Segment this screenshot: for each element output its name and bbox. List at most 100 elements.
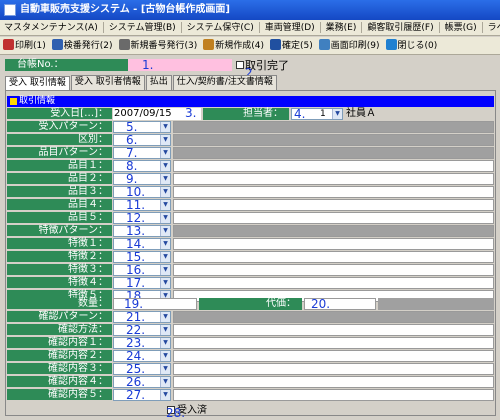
field-text[interactable] — [173, 363, 494, 375]
field-text[interactable] — [173, 173, 494, 185]
app-icon — [4, 4, 16, 16]
quantity-field[interactable]: 19. — [113, 297, 197, 311]
field-select[interactable]: 25. ▼ — [113, 362, 171, 376]
field-select[interactable]: 24. ▼ — [113, 349, 171, 363]
chevron-down-icon[interactable]: ▼ — [160, 122, 170, 132]
toolbar-button[interactable]: 印刷(1) — [0, 37, 49, 54]
field-text[interactable] — [173, 212, 494, 224]
field-label: 確認内容２： — [7, 350, 112, 362]
chevron-down-icon[interactable]: ▼ — [160, 135, 170, 145]
chevron-down-icon[interactable]: ▼ — [160, 148, 170, 158]
chevron-down-icon[interactable]: ▼ — [160, 338, 170, 348]
field-text[interactable] — [173, 277, 494, 289]
chevron-down-icon[interactable]: ▼ — [160, 325, 170, 335]
chevron-down-icon[interactable]: ▼ — [160, 278, 170, 288]
menu-item[interactable]: システム保守(C) — [183, 20, 258, 35]
chevron-down-icon[interactable]: ▼ — [160, 174, 170, 184]
price-field[interactable]: 20. — [304, 297, 376, 311]
field-number: 16. — [126, 263, 146, 277]
field-select[interactable]: 12. ▼ — [113, 211, 171, 225]
field-select[interactable]: 16. ▼ — [113, 263, 171, 277]
menu-item[interactable]: 帳票(G) — [441, 20, 481, 35]
form-row: 受入パターン： 5. ▼ — [7, 120, 494, 134]
field-select[interactable]: 11. ▼ — [113, 198, 171, 212]
transaction-complete-checkbox[interactable]: 取引完了 — [236, 60, 289, 71]
field-select[interactable]: 17. ▼ — [113, 276, 171, 290]
field-select[interactable]: 22. ▼ — [113, 323, 171, 337]
tab[interactable]: 仕入/契約書/注文書情報 — [172, 75, 277, 90]
field-text[interactable] — [173, 350, 494, 362]
field-text[interactable] — [173, 376, 494, 388]
receive-date-field[interactable]: 2007/09/15 3. — [113, 107, 201, 120]
chevron-down-icon[interactable]: ▼ — [160, 161, 170, 171]
chevron-down-icon[interactable]: ▼ — [160, 265, 170, 275]
chevron-down-icon[interactable]: ▼ — [160, 312, 170, 322]
form-row: 品目２： 9. ▼ — [7, 172, 494, 186]
field-text[interactable] — [173, 251, 494, 263]
tab[interactable]: 受入 取引情報 — [5, 76, 70, 91]
field-text[interactable] — [173, 160, 494, 172]
ledger-number-field[interactable]: 1. — [128, 59, 232, 71]
field-text[interactable] — [173, 238, 494, 250]
chevron-down-icon[interactable]: ▼ — [160, 252, 170, 262]
field-text — [173, 225, 494, 237]
field-select[interactable]: 13. ▼ — [113, 224, 171, 238]
field-number: 5. — [126, 120, 138, 134]
menu-item[interactable]: システム管理(B) — [105, 20, 180, 35]
menu-item[interactable]: 顧客取引履歴(F) — [363, 20, 437, 35]
chevron-down-icon[interactable]: ▼ — [160, 377, 170, 387]
field-select[interactable]: 10. ▼ — [113, 185, 171, 199]
field-text[interactable] — [173, 389, 494, 401]
field-text[interactable] — [173, 337, 494, 349]
field-text[interactable] — [173, 264, 494, 276]
print-icon — [3, 39, 14, 50]
chevron-down-icon[interactable]: ▼ — [160, 187, 170, 197]
field-number: 23. — [126, 336, 146, 350]
field-number: 24. — [126, 349, 146, 363]
field-select[interactable]: 15. ▼ — [113, 250, 171, 264]
field-text[interactable] — [173, 199, 494, 211]
field-select[interactable]: 23. ▼ — [113, 336, 171, 350]
menu-item[interactable]: 業務(E) — [322, 20, 361, 35]
field-select[interactable]: 14. ▼ — [113, 237, 171, 251]
field-select[interactable]: 8. ▼ — [113, 159, 171, 173]
field-select[interactable]: 27. ▼ — [113, 388, 171, 402]
close-icon — [385, 39, 397, 50]
chevron-down-icon[interactable]: ▼ — [160, 200, 170, 210]
field-select[interactable]: 26. ▼ — [113, 375, 171, 389]
menu-separator — [258, 21, 260, 33]
menu-separator — [438, 21, 440, 33]
toolbar-button[interactable]: 画面印刷(9) — [316, 37, 383, 54]
field-select[interactable]: 7. ▼ — [113, 146, 171, 160]
field-select[interactable]: 9. ▼ — [113, 172, 171, 186]
chevron-down-icon[interactable]: ▼ — [160, 239, 170, 249]
field-label: 確認内容１： — [7, 337, 112, 349]
receive-date-row: 受入日[…]： 2007/09/15 3. 担当者： 4. 1 ▼ 社員Ａ — [7, 107, 494, 121]
tab[interactable]: 払出 — [145, 75, 172, 90]
toolbar-button[interactable]: 新規番号発行(3) — [116, 37, 201, 54]
toolbar-button[interactable]: 確定(5) — [267, 37, 316, 54]
checkbox-box[interactable] — [236, 61, 244, 69]
field-select[interactable]: 21. ▼ — [113, 310, 171, 324]
tab[interactable]: 受入 取引者情報 — [70, 75, 145, 90]
field-label: 品目２： — [7, 173, 112, 185]
chevron-down-icon[interactable]: ▼ — [160, 351, 170, 361]
staff-select[interactable]: 4. 1 ▼ — [291, 107, 343, 121]
field-text[interactable] — [173, 186, 494, 198]
chevron-down-icon[interactable]: ▼ — [160, 213, 170, 223]
menu-item[interactable]: マスタメンテナンス(A) — [0, 20, 102, 35]
field-select[interactable]: 5. ▼ — [113, 120, 171, 134]
toolbar-button[interactable]: 検番発行(2) — [49, 37, 116, 54]
field-number: 21. — [126, 310, 146, 324]
chevron-down-icon[interactable]: ▼ — [332, 109, 342, 119]
menu-item[interactable]: 車両管理(D) — [261, 20, 319, 35]
chevron-down-icon[interactable]: ▼ — [160, 226, 170, 236]
toolbar-button[interactable]: 新規作成(4) — [200, 37, 267, 54]
toolbar-button[interactable]: 閉じる(0) — [383, 37, 441, 54]
chevron-down-icon[interactable]: ▼ — [160, 390, 170, 400]
field-text[interactable] — [173, 324, 494, 336]
field-text — [173, 147, 494, 159]
chevron-down-icon[interactable]: ▼ — [160, 364, 170, 374]
menu-item[interactable]: ラベル(H) — [484, 20, 500, 35]
field-select[interactable]: 6. ▼ — [113, 133, 171, 147]
